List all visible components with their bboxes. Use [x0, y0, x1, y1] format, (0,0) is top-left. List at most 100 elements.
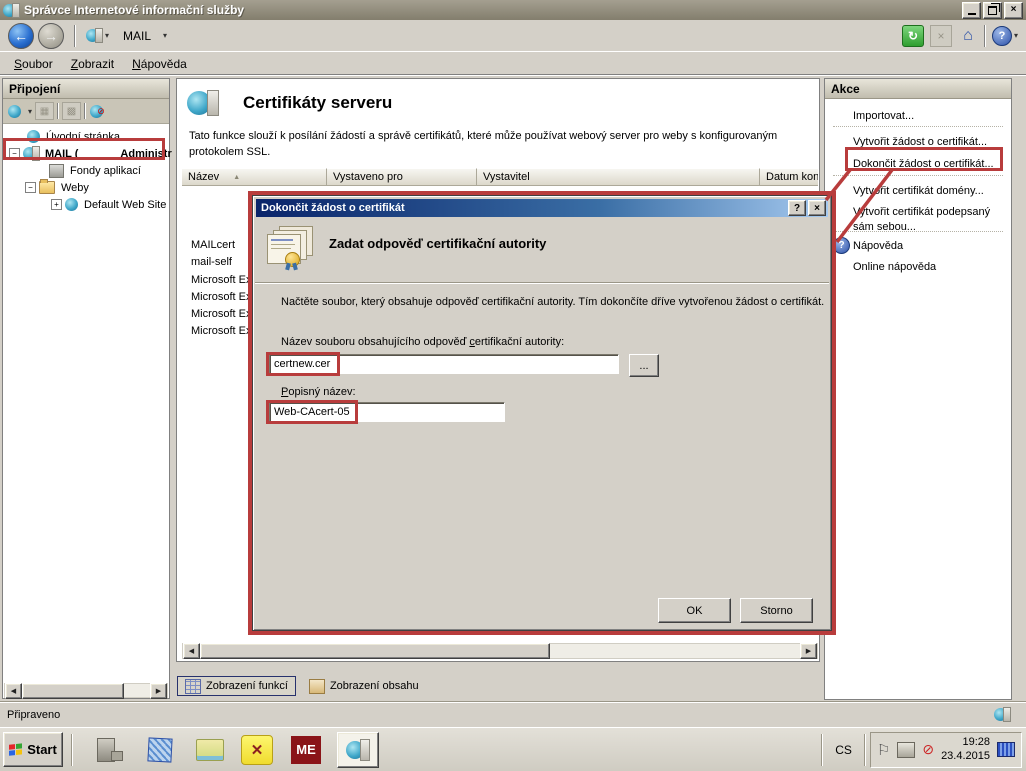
list-item[interactable]: Microsoft Ex [191, 308, 252, 320]
flag-icon[interactable]: ⚐ [877, 741, 890, 759]
chevron-down-icon[interactable]: ▾ [163, 31, 167, 40]
view-tabs: Zobrazení funkcí Zobrazení obsahu [177, 676, 426, 696]
separator [71, 734, 73, 766]
yellow-map-app-icon[interactable] [195, 735, 225, 765]
separator [833, 231, 1003, 232]
toolbar-separator [74, 25, 76, 47]
start-button[interactable]: Start [3, 732, 63, 767]
friendly-name-label: Popisný název: [281, 386, 356, 398]
features-view-icon [185, 679, 201, 694]
list-item[interactable]: Microsoft Ex [191, 291, 252, 303]
back-button[interactable]: ← [8, 23, 34, 49]
dialog-help-button[interactable]: ? [788, 200, 806, 216]
menu-zobrazit[interactable]: Zobrazit [62, 54, 123, 74]
browse-button[interactable]: ... [629, 354, 659, 377]
web-site-icon [65, 198, 78, 211]
collapse-icon[interactable]: − [25, 182, 36, 193]
list-item[interactable]: MAILcert [191, 239, 235, 251]
menu-napoveda[interactable]: Nápověda [123, 54, 196, 74]
list-item[interactable]: Microsoft Ex [191, 274, 252, 286]
minimize-button[interactable] [962, 2, 981, 19]
connections-toolbar: ▾ ▦ ▩ ⊘ [3, 99, 169, 124]
column-nazev[interactable]: Název ▲ [182, 168, 327, 186]
navigation-toolbar: ← → ▾ MAIL ▾ ↻ × ⌂ ? ▾ [0, 20, 1026, 52]
certificate-icon [267, 226, 315, 268]
server-manager-icon[interactable] [95, 735, 125, 765]
column-vystaveno-pro[interactable]: Vystaveno pro [327, 168, 477, 186]
separator [821, 734, 823, 766]
tree-item-label: Administr [120, 148, 171, 160]
chevron-down-icon[interactable]: ▾ [1014, 31, 1018, 40]
tray-date: 23.4.2015 [941, 750, 990, 764]
connections-tree: Úvodní stránka − MAIL ( Administr Fondy … [3, 124, 169, 660]
tab-content-view[interactable]: Zobrazení obsahu [302, 676, 426, 696]
action-create-domain-cert[interactable]: Vytvořit certifikát domény... [853, 185, 984, 197]
action-create-cert-request[interactable]: Vytvořit žádost o certifikát... [853, 136, 987, 148]
mailenable-label: ME [296, 742, 316, 757]
scroll-left-icon[interactable]: ◀ [5, 683, 22, 699]
tray-clock[interactable]: 19:28 23.4.2015 [941, 736, 990, 764]
scrollbar-thumb[interactable] [200, 643, 550, 659]
cancel-button[interactable]: Storno [740, 598, 813, 623]
forward-button[interactable]: → [38, 23, 64, 49]
chevron-down-icon[interactable]: ▾ [28, 107, 32, 116]
mailenable-icon[interactable]: ME [291, 736, 321, 764]
toolbar-separator [84, 103, 86, 119]
dialog-body-text: Načtěte soubor, který obsahuje odpověď c… [281, 294, 829, 311]
friendly-name-input[interactable] [269, 402, 505, 422]
content-view-icon [309, 679, 325, 694]
tree-item-label: MAIL ( [45, 148, 78, 160]
delete-connection-icon[interactable]: ⊘ [89, 103, 106, 119]
help-icon[interactable]: ? [992, 26, 1012, 46]
expand-icon[interactable]: + [51, 199, 62, 210]
dialog-titlebar: Dokončit žádost o certifikát ? × [256, 199, 828, 217]
sidebar-hscrollbar[interactable]: ◀ ▶ [4, 683, 168, 698]
scroll-right-icon[interactable]: ▶ [150, 683, 167, 699]
separator [864, 734, 866, 766]
menu-soubor[interactable]: Soubor [5, 54, 62, 74]
iis-taskbar-button[interactable] [337, 732, 379, 768]
system-tray: ⚐ ⊘ 19:28 23.4.2015 [870, 732, 1022, 768]
tree-item-default-web-site[interactable]: + Default Web Site [51, 196, 166, 213]
scrollbar-thumb[interactable] [22, 683, 124, 699]
tree-item-start-page[interactable]: Úvodní stránka [27, 128, 120, 145]
volume-muted-icon[interactable]: ⊘ [922, 741, 934, 758]
home-icon[interactable]: ⌂ [958, 26, 978, 46]
tree-item-mail-server[interactable]: − MAIL ( Administr [9, 145, 172, 162]
column-vystavitel[interactable]: Vystavitel [477, 168, 760, 186]
tray-time: 19:28 [941, 736, 990, 750]
page-title: Certifikáty serveru [243, 93, 392, 113]
action-import[interactable]: Importovat... [853, 110, 914, 122]
list-hscrollbar[interactable]: ◀ ▶ [182, 643, 818, 659]
action-online-help[interactable]: Online nápověda [853, 261, 936, 273]
chevron-down-icon[interactable]: ▾ [105, 31, 109, 40]
action-help[interactable]: Nápověda [853, 240, 903, 252]
up-icon: ▩ [62, 102, 81, 120]
list-item[interactable]: mail-self [191, 256, 232, 268]
file-name-input[interactable] [269, 354, 619, 374]
address-server-name[interactable]: MAIL [123, 29, 151, 43]
tab-features-view[interactable]: Zobrazení funkcí [177, 676, 296, 696]
remote-desktop-icon[interactable] [997, 742, 1015, 757]
close-button[interactable]: × [1004, 2, 1023, 19]
scroll-right-icon[interactable]: ▶ [800, 643, 817, 659]
language-indicator[interactable]: CS [827, 739, 860, 761]
tree-item-sites[interactable]: − Weby [25, 179, 89, 196]
tree-item-label: Úvodní stránka [46, 131, 120, 143]
network-icon[interactable] [897, 742, 915, 758]
ok-button[interactable]: OK [658, 598, 731, 623]
management-console-icon[interactable] [145, 735, 175, 765]
scroll-left-icon[interactable]: ◀ [183, 643, 200, 659]
tree-item-app-pools[interactable]: Fondy aplikací [49, 162, 141, 179]
collapse-icon[interactable]: − [9, 148, 20, 159]
home-page-icon [27, 130, 40, 143]
restart-icon[interactable]: ↻ [902, 25, 924, 47]
list-header: Název ▲ Vystaveno pro Vystavitel Datum k… [182, 168, 818, 186]
action-complete-cert-request[interactable]: Dokončit žádost o certifikát... [853, 158, 994, 170]
column-datum-konce[interactable]: Datum konce pl [760, 168, 818, 186]
restore-button[interactable] [983, 2, 1002, 19]
x-app-icon[interactable]: ✕ [241, 735, 273, 765]
dialog-close-button[interactable]: × [808, 200, 826, 216]
list-item[interactable]: Microsoft Ex [191, 325, 252, 337]
connect-icon[interactable] [6, 103, 23, 119]
